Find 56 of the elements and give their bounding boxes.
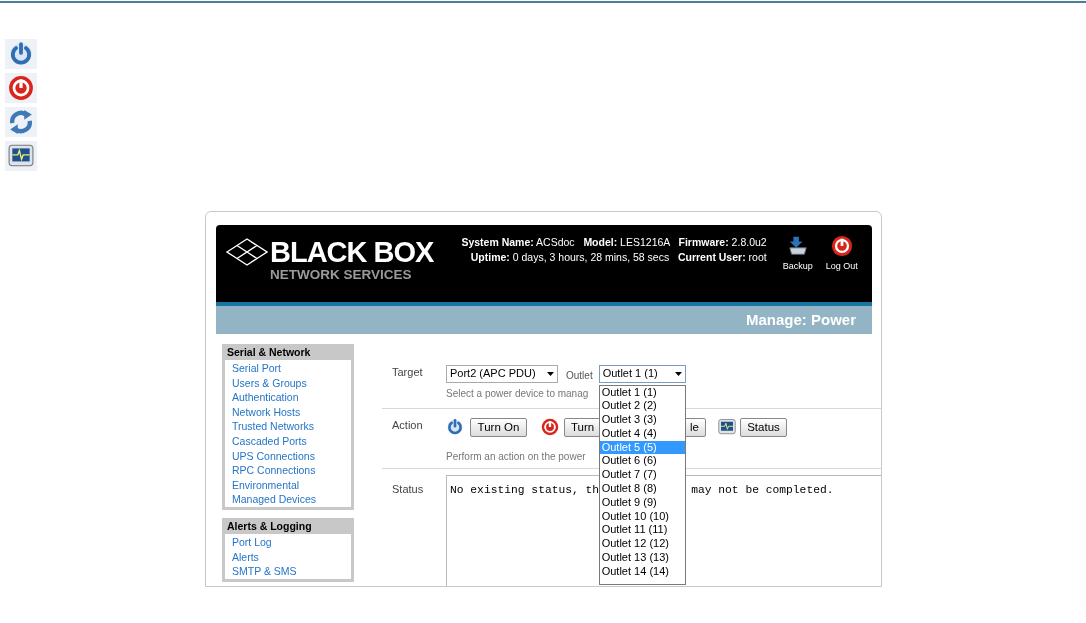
sidebar-link[interactable]: Port Log	[232, 534, 344, 550]
outlet-option[interactable]: Outlet 14 (14)	[599, 564, 685, 579]
outlet-select[interactable]: Outlet 1 (1)	[598, 364, 686, 383]
outlet-option[interactable]: Outlet 9 (9)	[599, 495, 685, 510]
device-select[interactable]: Port2 (APC PDU)	[446, 364, 558, 383]
power-icon	[830, 235, 853, 257]
target-hint: Select a power device to manag	[446, 387, 589, 401]
sidebar-section-title: Alerts & Logging	[226, 518, 313, 534]
power-icon	[541, 418, 559, 436]
power-icon	[8, 41, 34, 67]
status-text: No existing status, th	[450, 483, 600, 498]
target-label: Target	[392, 365, 424, 380]
outlet-option[interactable]: Outlet 1 (1)	[599, 385, 685, 400]
power-icon	[8, 75, 34, 101]
outlet-label: Outlet	[566, 369, 593, 383]
diamond-logo-icon	[226, 238, 268, 266]
sidebar-link[interactable]: SMTP & SMS	[232, 564, 344, 579]
outlet-option[interactable]: Outlet 12 (12)	[599, 537, 685, 552]
status-text: may not be completed.	[691, 483, 834, 498]
logout-button[interactable]: Log Out	[822, 235, 861, 274]
action-label: Action	[392, 418, 424, 433]
system-info-line: Uptime: 0 days, 3 hours, 28 mins, 58 secs Current User: root	[470, 250, 767, 265]
backup-button[interactable]: Backup	[778, 235, 817, 274]
sidebar-link[interactable]: Environmental	[232, 477, 344, 493]
sidebar-link[interactable]: RPC Connections	[232, 463, 344, 478]
outlet-option[interactable]: Outlet 13 (13)	[599, 551, 685, 565]
sidebar-link[interactable]: Cascaded Ports	[232, 433, 344, 449]
sidebar-link[interactable]: Network Hosts	[232, 404, 344, 420]
system-info-line: System Name: ACSdoc Model: LES1216A Firmware: 2.8.0u2	[461, 235, 767, 250]
status-button[interactable]: Status	[740, 417, 787, 437]
action-hint: Perform an action on the power	[446, 450, 586, 464]
monitor-pulse-icon	[8, 143, 34, 169]
sidebar-section-title: Serial & Network	[226, 345, 312, 360]
logo-title: BLACK BOX	[270, 237, 434, 267]
drive-download-icon	[786, 235, 809, 257]
outlet-option[interactable]: Outlet 8 (8)	[599, 482, 685, 496]
sidebar-link[interactable]: Authentication	[232, 390, 344, 405]
logo-subtitle: NETWORK SERVICES	[270, 267, 413, 283]
sidebar-link[interactable]: Alerts	[232, 549, 344, 565]
turn-on-button[interactable]: Turn On	[470, 417, 527, 437]
caret-icon	[674, 371, 682, 376]
sidebar-link[interactable]: Managed Devices	[232, 492, 344, 507]
sidebar-link[interactable]: Trusted Networks	[232, 419, 344, 434]
sidebar-link[interactable]: Serial Port	[232, 361, 344, 376]
outlet-option[interactable]: Outlet 10 (10)	[599, 509, 685, 524]
sidebar-link[interactable]: UPS Connections	[232, 448, 344, 464]
outlet-option[interactable]: Outlet 2 (2)	[599, 399, 685, 414]
power-icon	[446, 418, 464, 436]
sidebar-link[interactable]: Users & Groups	[232, 375, 344, 391]
status-label: Status	[392, 482, 425, 497]
monitor-pulse-icon	[718, 418, 736, 436]
page-title: Manage: Power	[745, 309, 856, 330]
outlet-option[interactable]: Outlet 11 (11)	[599, 523, 685, 538]
refresh-icon	[8, 109, 34, 135]
caret-icon	[547, 371, 554, 376]
outlet-option[interactable]: Outlet 6 (6)	[599, 454, 685, 469]
